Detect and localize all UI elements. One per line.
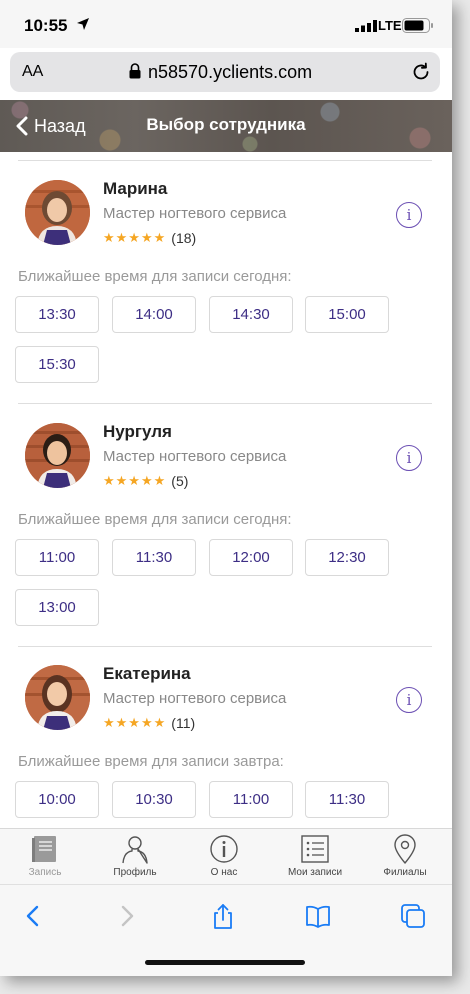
employee-photo bbox=[25, 423, 90, 488]
employee-photo bbox=[25, 180, 90, 245]
url-text[interactable]: n58570.yclients.com bbox=[148, 62, 312, 83]
employee-name[interactable]: Марина bbox=[103, 179, 167, 199]
app-header: Назад Выбор сотрудника bbox=[0, 100, 452, 152]
time-slot-button[interactable]: 14:00 bbox=[112, 296, 196, 333]
info-button[interactable]: i bbox=[396, 687, 422, 713]
info-icon: i bbox=[406, 206, 412, 224]
status-bar: 10:55 LTE bbox=[0, 0, 452, 48]
browser-forward-icon[interactable] bbox=[114, 903, 140, 929]
tab-label: Запись bbox=[28, 867, 62, 878]
employee-photo bbox=[25, 665, 90, 730]
employee-rating: ★★★★★ (5) bbox=[103, 473, 188, 489]
star-rating-icon: ★★★★★ bbox=[103, 230, 167, 245]
location-arrow-icon bbox=[77, 18, 89, 30]
status-time: 10:55 bbox=[24, 16, 68, 35]
time-slot-button[interactable]: 11:30 bbox=[112, 539, 196, 576]
time-slot-button[interactable]: 13:30 bbox=[15, 296, 99, 333]
employee-card[interactable]: Марина Мастер ногтевого сервиса ★★★★★ (1… bbox=[0, 152, 452, 402]
time-slot-button[interactable]: 15:00 bbox=[305, 296, 389, 333]
battery-icon bbox=[402, 18, 433, 33]
time-slot-button[interactable]: 10:00 bbox=[15, 781, 99, 818]
employee-role: Мастер ногтевого сервиса bbox=[103, 448, 287, 465]
location-pin-icon bbox=[394, 834, 416, 864]
signal-icon bbox=[355, 20, 377, 32]
time-slot-button[interactable]: 11:30 bbox=[305, 781, 389, 818]
tabs-icon[interactable] bbox=[400, 903, 426, 929]
list-icon bbox=[301, 835, 329, 863]
lock-icon bbox=[129, 63, 141, 79]
page-title: Выбор сотрудника bbox=[146, 115, 306, 134]
phone-screen: 10:55 LTE AA n58570.yclients.com Назад В… bbox=[0, 0, 452, 976]
review-count: (18) bbox=[171, 230, 197, 246]
employee-card[interactable]: Екатерина Мастер ногтевого сервиса ★★★★★… bbox=[0, 637, 452, 828]
employee-card[interactable]: Нургуля Мастер ногтевого сервиса ★★★★★ (… bbox=[0, 395, 452, 645]
book-icon bbox=[32, 836, 56, 862]
time-slot-button[interactable]: 12:00 bbox=[209, 539, 293, 576]
review-count: (5) bbox=[171, 473, 189, 489]
person-icon bbox=[122, 836, 148, 864]
tab-booking[interactable]: Запись bbox=[5, 833, 85, 878]
employee-role: Мастер ногтевого сервиса bbox=[103, 205, 287, 222]
tab-label: О нас bbox=[210, 867, 238, 878]
avatar bbox=[25, 423, 90, 488]
bookmarks-icon[interactable] bbox=[305, 903, 331, 929]
text-size-button[interactable]: AA bbox=[22, 63, 43, 81]
slots-title: Ближайшее время для записи завтра: bbox=[18, 753, 284, 770]
employee-list[interactable]: Марина Мастер ногтевого сервиса ★★★★★ (1… bbox=[0, 152, 452, 828]
review-count: (11) bbox=[171, 715, 196, 731]
info-button[interactable]: i bbox=[396, 445, 422, 471]
time-slot-button[interactable]: 10:30 bbox=[112, 781, 196, 818]
tab-label: Мои записи bbox=[287, 867, 343, 878]
avatar bbox=[25, 665, 90, 730]
browser-back-icon[interactable] bbox=[20, 903, 46, 929]
star-rating-icon: ★★★★★ bbox=[103, 715, 167, 730]
employee-rating: ★★★★★ (18) bbox=[103, 230, 196, 246]
info-icon: i bbox=[406, 691, 412, 709]
employee-role: Мастер ногтевого сервиса bbox=[103, 690, 287, 707]
tab-profile[interactable]: Профиль bbox=[95, 833, 175, 878]
time-slot-button[interactable]: 11:00 bbox=[15, 539, 99, 576]
slots-title: Ближайшее время для записи сегодня: bbox=[18, 511, 292, 528]
tab-my-bookings[interactable]: Мои записи bbox=[275, 833, 355, 878]
tab-branches[interactable]: Филиалы bbox=[365, 833, 445, 878]
time-slot-button[interactable]: 15:30 bbox=[15, 346, 99, 383]
tab-label: Профиль bbox=[113, 867, 157, 878]
time-slot-button[interactable]: 11:00 bbox=[209, 781, 293, 818]
home-indicator bbox=[145, 960, 305, 965]
time-slot-button[interactable]: 13:00 bbox=[15, 589, 99, 626]
avatar bbox=[25, 180, 90, 245]
browser-toolbar bbox=[0, 884, 452, 976]
employee-rating: ★★★★★ (11) bbox=[103, 715, 195, 731]
share-icon[interactable] bbox=[210, 903, 236, 929]
slots-title: Ближайшее время для записи сегодня: bbox=[18, 268, 292, 285]
info-icon bbox=[210, 835, 238, 863]
employee-name[interactable]: Екатерина bbox=[103, 664, 191, 684]
info-button[interactable]: i bbox=[396, 202, 422, 228]
employee-name[interactable]: Нургуля bbox=[103, 422, 172, 442]
tab-about[interactable]: О нас bbox=[184, 833, 264, 878]
star-rating-icon: ★★★★★ bbox=[103, 473, 167, 488]
time-slot-button[interactable]: 12:30 bbox=[305, 539, 389, 576]
time-slot-button[interactable]: 14:30 bbox=[209, 296, 293, 333]
info-icon: i bbox=[406, 449, 412, 467]
address-bar[interactable]: AA n58570.yclients.com bbox=[10, 52, 440, 92]
network-label: LTE bbox=[378, 18, 402, 33]
tab-label: Филиалы bbox=[383, 867, 427, 878]
app-tab-bar: Запись Профиль О нас Мои записи Филиалы bbox=[0, 828, 452, 884]
reload-icon[interactable] bbox=[410, 61, 432, 83]
